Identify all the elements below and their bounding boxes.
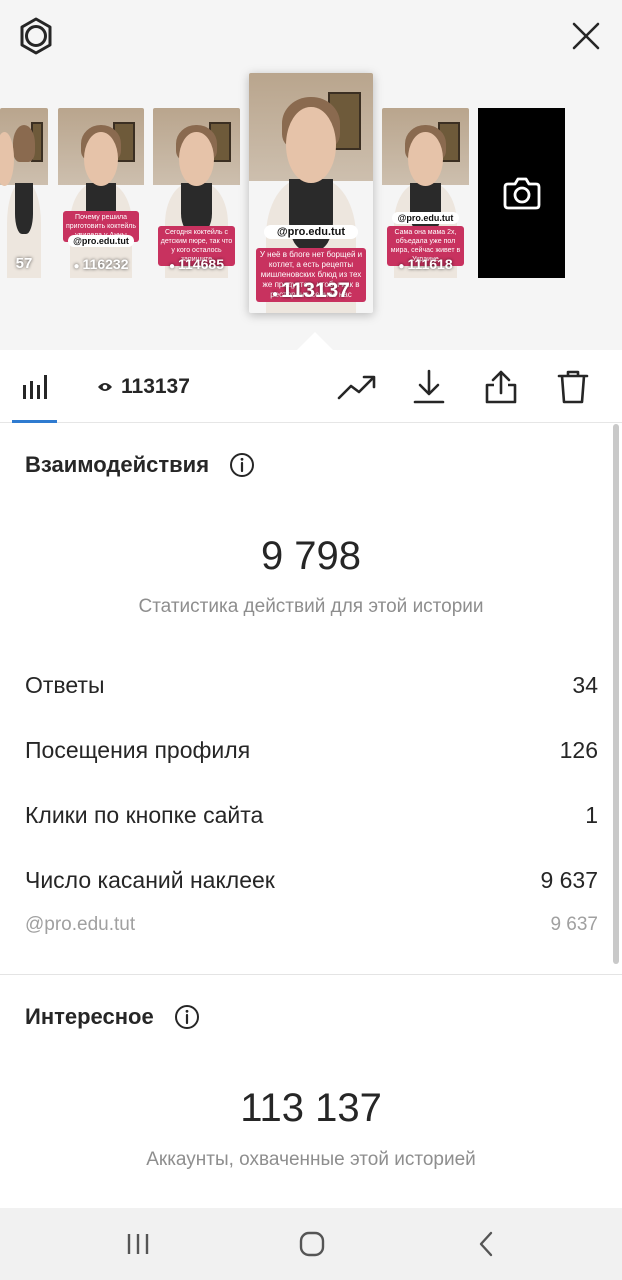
download-button[interactable] bbox=[407, 365, 451, 409]
bar-chart-icon bbox=[22, 374, 47, 399]
interactions-header: Взаимодействия bbox=[25, 452, 255, 478]
story-photo bbox=[58, 108, 144, 278]
discovery-header: Интересное bbox=[25, 1004, 200, 1030]
stat-value: 126 bbox=[559, 737, 598, 763]
stat-label: Посещения профиля bbox=[25, 737, 251, 763]
stat-value: 9 637 bbox=[550, 914, 598, 935]
back-icon bbox=[479, 1231, 493, 1257]
delete-button[interactable] bbox=[551, 365, 595, 409]
eye-icon bbox=[97, 381, 113, 393]
selected-story-pointer bbox=[297, 332, 333, 350]
story-view-count: ● 113137 bbox=[272, 279, 350, 302]
active-tab-indicator bbox=[12, 420, 57, 423]
stat-row-website-clicks: Клики по кнопке сайта 1 bbox=[25, 802, 598, 829]
story-thumbnail[interactable]: @pro.edu.tut Сама она мама 2х, объедала … bbox=[382, 108, 469, 278]
home-icon bbox=[299, 1231, 325, 1257]
discovery-title: Интересное bbox=[25, 1004, 154, 1029]
info-icon[interactable] bbox=[229, 452, 255, 478]
camera-icon bbox=[503, 177, 540, 210]
insights-content[interactable]: Взаимодействия 9 798 Статистика действий… bbox=[0, 424, 622, 1208]
stat-label: Клики по кнопке сайта bbox=[25, 802, 264, 828]
section-divider bbox=[0, 974, 622, 975]
promote-button[interactable] bbox=[335, 365, 379, 409]
trending-up-icon bbox=[337, 375, 376, 400]
interactions-total: 9 798 bbox=[260, 534, 362, 578]
stat-row-mention-sticker: @pro.edu.tut 9 637 bbox=[25, 914, 598, 936]
stat-label: Число касаний наклеек bbox=[25, 867, 275, 893]
share-button[interactable] bbox=[479, 365, 523, 409]
system-navigation-bar bbox=[0, 1208, 622, 1280]
tab-insights[interactable] bbox=[12, 350, 57, 423]
recents-icon bbox=[127, 1234, 149, 1254]
stat-label: Ответы bbox=[25, 672, 105, 698]
download-icon bbox=[413, 369, 445, 404]
interactions-title: Взаимодействия bbox=[25, 452, 210, 477]
viewers-tab[interactable]: 113137 bbox=[97, 374, 190, 400]
story-toolbar: 113137 bbox=[0, 350, 622, 423]
close-button[interactable] bbox=[566, 16, 606, 56]
share-icon bbox=[485, 370, 517, 404]
stat-row-profile-visits: Посещения профиля 126 bbox=[25, 737, 598, 764]
interactions-caption: Статистика действий для этой истории bbox=[138, 596, 484, 617]
story-carousel-area: 57 Почему решила приготовить коктейль ув… bbox=[0, 0, 622, 350]
story-view-count: 57 bbox=[15, 255, 33, 272]
story-thumbnail-selected[interactable]: @pro.edu.tut У неё в блоге нет борщей и … bbox=[249, 73, 373, 313]
views-count-label: 113137 bbox=[121, 375, 190, 398]
stat-label: @pro.edu.tut bbox=[25, 914, 136, 935]
settings-button[interactable] bbox=[16, 16, 56, 56]
story-thumbnail[interactable]: 57 bbox=[0, 108, 48, 278]
back-button[interactable] bbox=[466, 1224, 506, 1264]
reach-caption: Аккаунты, охваченные этой историей bbox=[146, 1149, 476, 1170]
story-mention-sticker: @pro.edu.tut bbox=[392, 212, 459, 224]
recents-button[interactable] bbox=[118, 1224, 158, 1264]
reach-total: 113 137 bbox=[240, 1086, 382, 1130]
story-view-count: ● 111618 bbox=[398, 256, 453, 272]
add-story-camera-button[interactable] bbox=[478, 108, 565, 278]
trash-icon bbox=[557, 370, 589, 404]
story-mention-sticker: @pro.edu.tut bbox=[263, 225, 359, 239]
info-icon[interactable] bbox=[174, 1004, 200, 1030]
stat-value: 1 bbox=[585, 802, 598, 828]
stat-value: 34 bbox=[572, 672, 598, 698]
story-photo bbox=[0, 108, 48, 278]
stat-row-replies: Ответы 34 bbox=[25, 672, 598, 699]
stat-value: 9 637 bbox=[540, 867, 598, 893]
stat-row-sticker-taps: Число касаний наклеек 9 637 bbox=[25, 867, 598, 894]
home-button[interactable] bbox=[292, 1224, 332, 1264]
gear-icon bbox=[20, 17, 52, 55]
story-view-count: ● 114685 bbox=[169, 256, 224, 272]
story-thumbnail[interactable]: Почему решила приготовить коктейль увиде… bbox=[58, 108, 144, 278]
story-thumbnail[interactable]: Сегодня коктейль с детским пюре, так что… bbox=[153, 108, 240, 278]
scrollbar[interactable] bbox=[613, 424, 619, 964]
story-view-count: ● 116232 bbox=[73, 256, 129, 272]
story-mention-sticker: @pro.edu.tut bbox=[68, 235, 134, 247]
close-icon bbox=[572, 22, 600, 50]
